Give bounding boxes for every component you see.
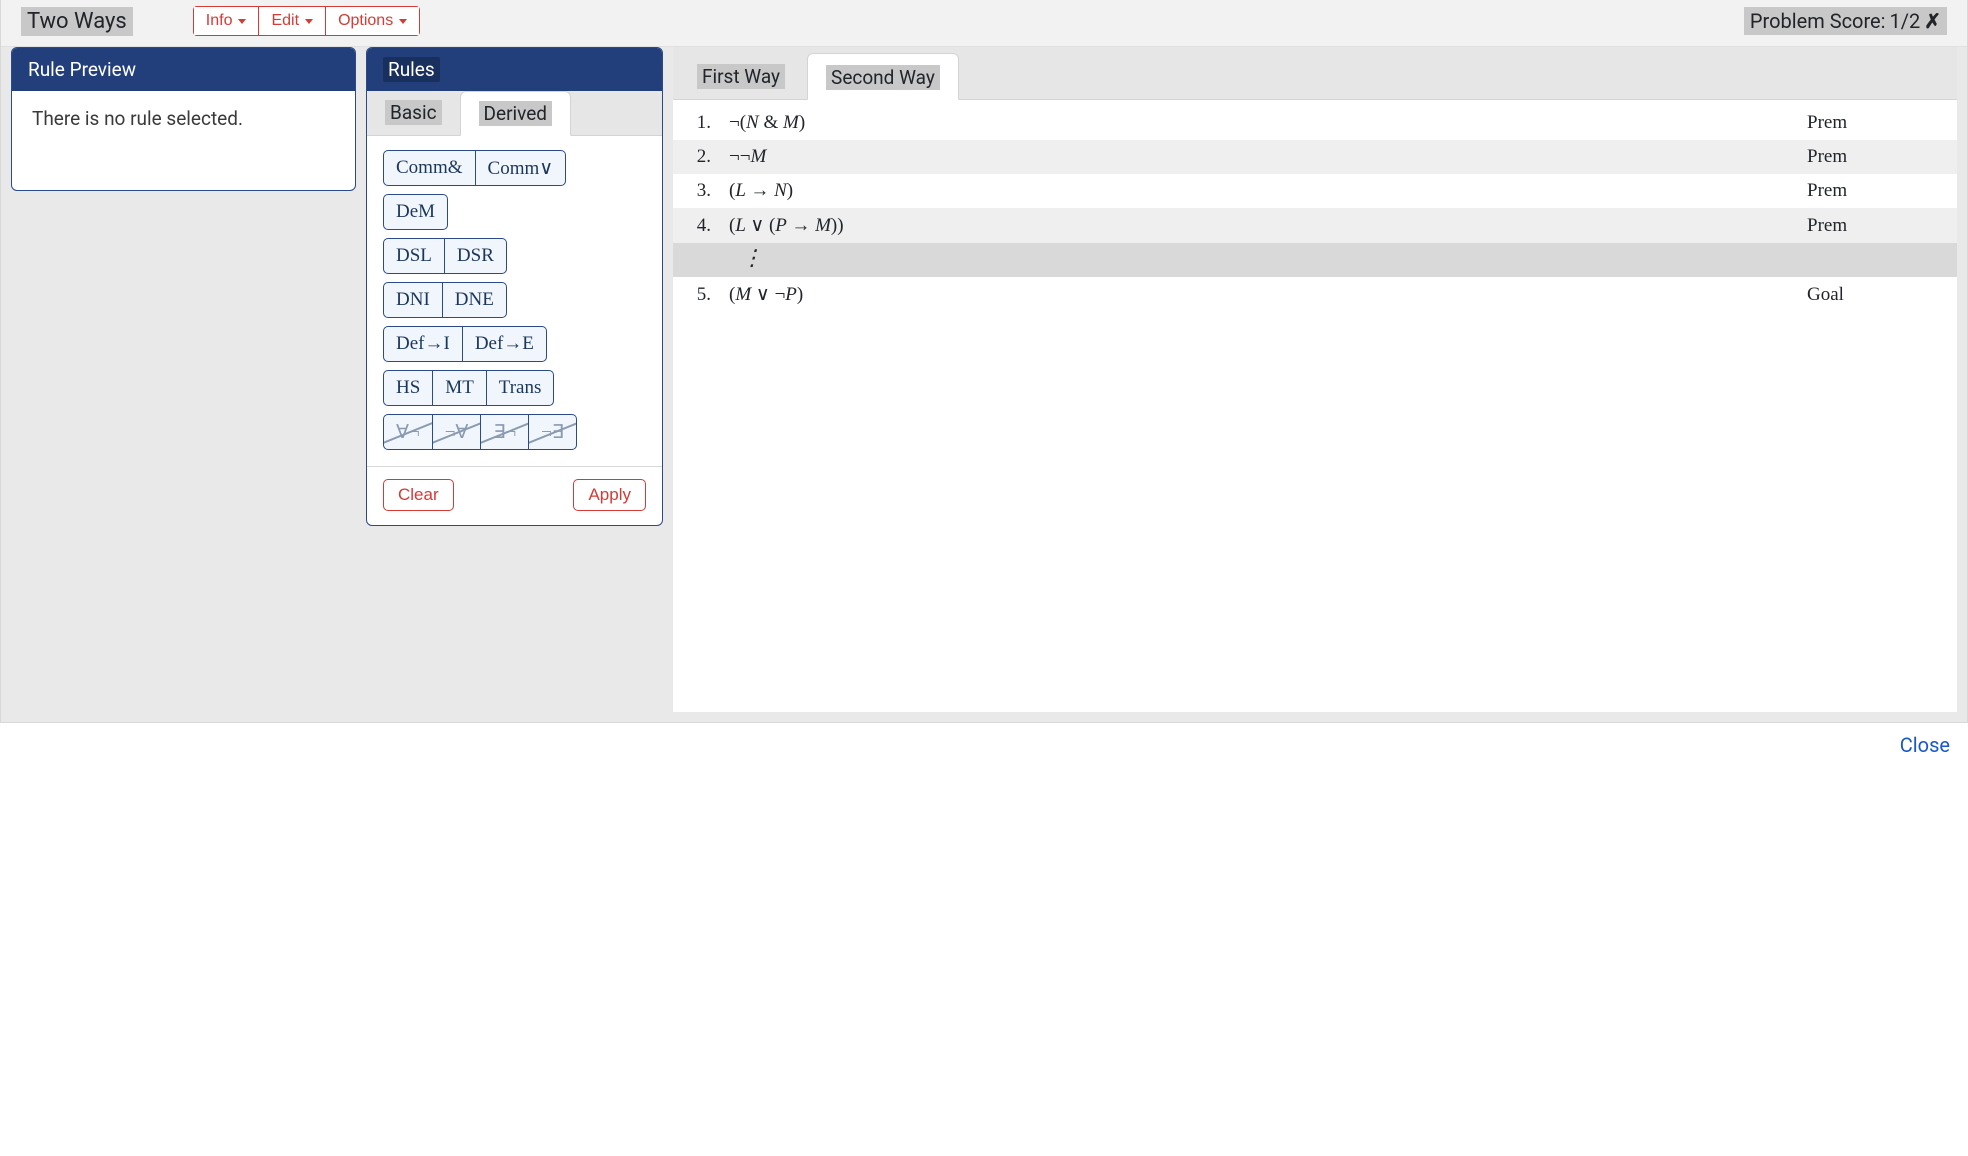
line-formula: ¬(N & M) [729,112,1807,134]
tab-second-way[interactable]: Second Way [807,53,959,100]
rule-button: ¬∀ [433,414,482,450]
line-number: 2. [683,146,729,168]
proof-line[interactable]: 3.(L → N)Prem [673,174,1957,208]
clear-button[interactable]: Clear [383,479,454,511]
rules-tabs: Basic Derived [367,91,662,136]
line-formula: (M ∨ ¬P) [729,283,1807,306]
caret-icon [238,19,246,24]
rule-row: ∀¬¬∀∃¬¬∃ [383,414,646,450]
close-link[interactable]: Close [1900,733,1950,757]
proof-panel: First Way Second Way 1.¬(N & M)Prem2.¬¬M… [673,47,1957,712]
rule-row: Comm&Comm∨ [383,150,646,186]
x-icon: ✗ [1924,9,1941,33]
rule-button: ∃¬ [481,414,529,450]
line-formula: (L ∨ (P → M)) [729,214,1807,237]
topbar: Two Ways Info Edit Options Problem Score… [1,0,1967,47]
rule-row: HSMTTrans [383,370,646,406]
proof-line[interactable]: 5.(M ∨ ¬P)Goal [673,277,1957,312]
tab-basic[interactable]: Basic [367,91,460,135]
proof-line[interactable]: 2.¬¬MPrem [673,140,1957,174]
rule-button: ¬∃ [529,414,577,450]
edit-button[interactable]: Edit [259,6,326,36]
rule-preview-panel: Rule Preview There is no rule selected. [11,47,356,191]
apply-button[interactable]: Apply [573,479,646,511]
line-justification: Goal [1807,284,1937,306]
rule-button[interactable]: HS [383,370,433,406]
score-badge: Problem Score: 1/2 ✗ [1744,7,1947,35]
proof-body: 1.¬(N & M)Prem2.¬¬MPrem3.(L → N)Prem4.(L… [673,100,1957,712]
columns: Rule Preview There is no rule selected. … [1,47,1967,722]
rule-row: Def→IDef→E [383,326,646,362]
rule-button[interactable]: DSL [383,238,445,274]
line-formula: ⋮ [729,249,1807,271]
rule-button[interactable]: Comm∨ [476,150,567,186]
rules-body: Comm&Comm∨DeMDSLDSRDNIDNEDef→IDef→EHSMTT… [367,136,662,466]
rule-button[interactable]: DSR [445,238,507,274]
proof-line[interactable]: 4.(L ∨ (P → M))Prem [673,208,1957,243]
rule-button: ∀¬ [383,414,433,450]
problem-title: Two Ways [21,7,133,36]
line-justification: Prem [1807,180,1937,202]
rule-row: DSLDSR [383,238,646,274]
tab-derived[interactable]: Derived [460,91,571,136]
line-number: 5. [683,284,729,306]
rule-button[interactable]: Comm& [383,150,476,186]
info-button[interactable]: Info [193,6,260,36]
rule-row: DNIDNE [383,282,646,318]
proof-gap[interactable]: ⋮ [673,243,1957,277]
rule-button[interactable]: Trans [487,370,555,406]
rule-button[interactable]: DNE [443,282,507,318]
line-number: 3. [683,180,729,202]
rule-button[interactable]: Def→E [463,326,547,362]
rule-button[interactable]: MT [433,370,487,406]
caret-icon [305,19,313,24]
rule-row: DeM [383,194,646,230]
rules-header: Rules [367,48,662,91]
line-justification: Prem [1807,146,1937,168]
footer: Close [0,723,1968,763]
line-number: 4. [683,215,729,237]
caret-icon [399,19,407,24]
rule-preview-body: There is no rule selected. [12,91,355,190]
line-justification: Prem [1807,215,1937,237]
line-justification: Prem [1807,112,1937,134]
line-formula: ¬¬M [729,146,1807,168]
tab-first-way[interactable]: First Way [679,53,803,99]
options-button[interactable]: Options [326,6,420,36]
rule-preview-header: Rule Preview [12,48,355,91]
main-area: Two Ways Info Edit Options Problem Score… [0,0,1968,723]
line-formula: (L → N) [729,180,1807,202]
line-number: 1. [683,112,729,134]
rule-button[interactable]: Def→I [383,326,463,362]
rules-panel: Rules Basic Derived Comm&Comm∨DeMDSLDSRD… [366,47,663,526]
proof-tabs: First Way Second Way [673,47,1957,100]
toolbar-group: Info Edit Options [193,6,420,36]
rule-button[interactable]: DNI [383,282,443,318]
proof-line[interactable]: 1.¬(N & M)Prem [673,106,1957,140]
rule-button[interactable]: DeM [383,194,448,230]
rules-footer: Clear Apply [367,466,662,525]
